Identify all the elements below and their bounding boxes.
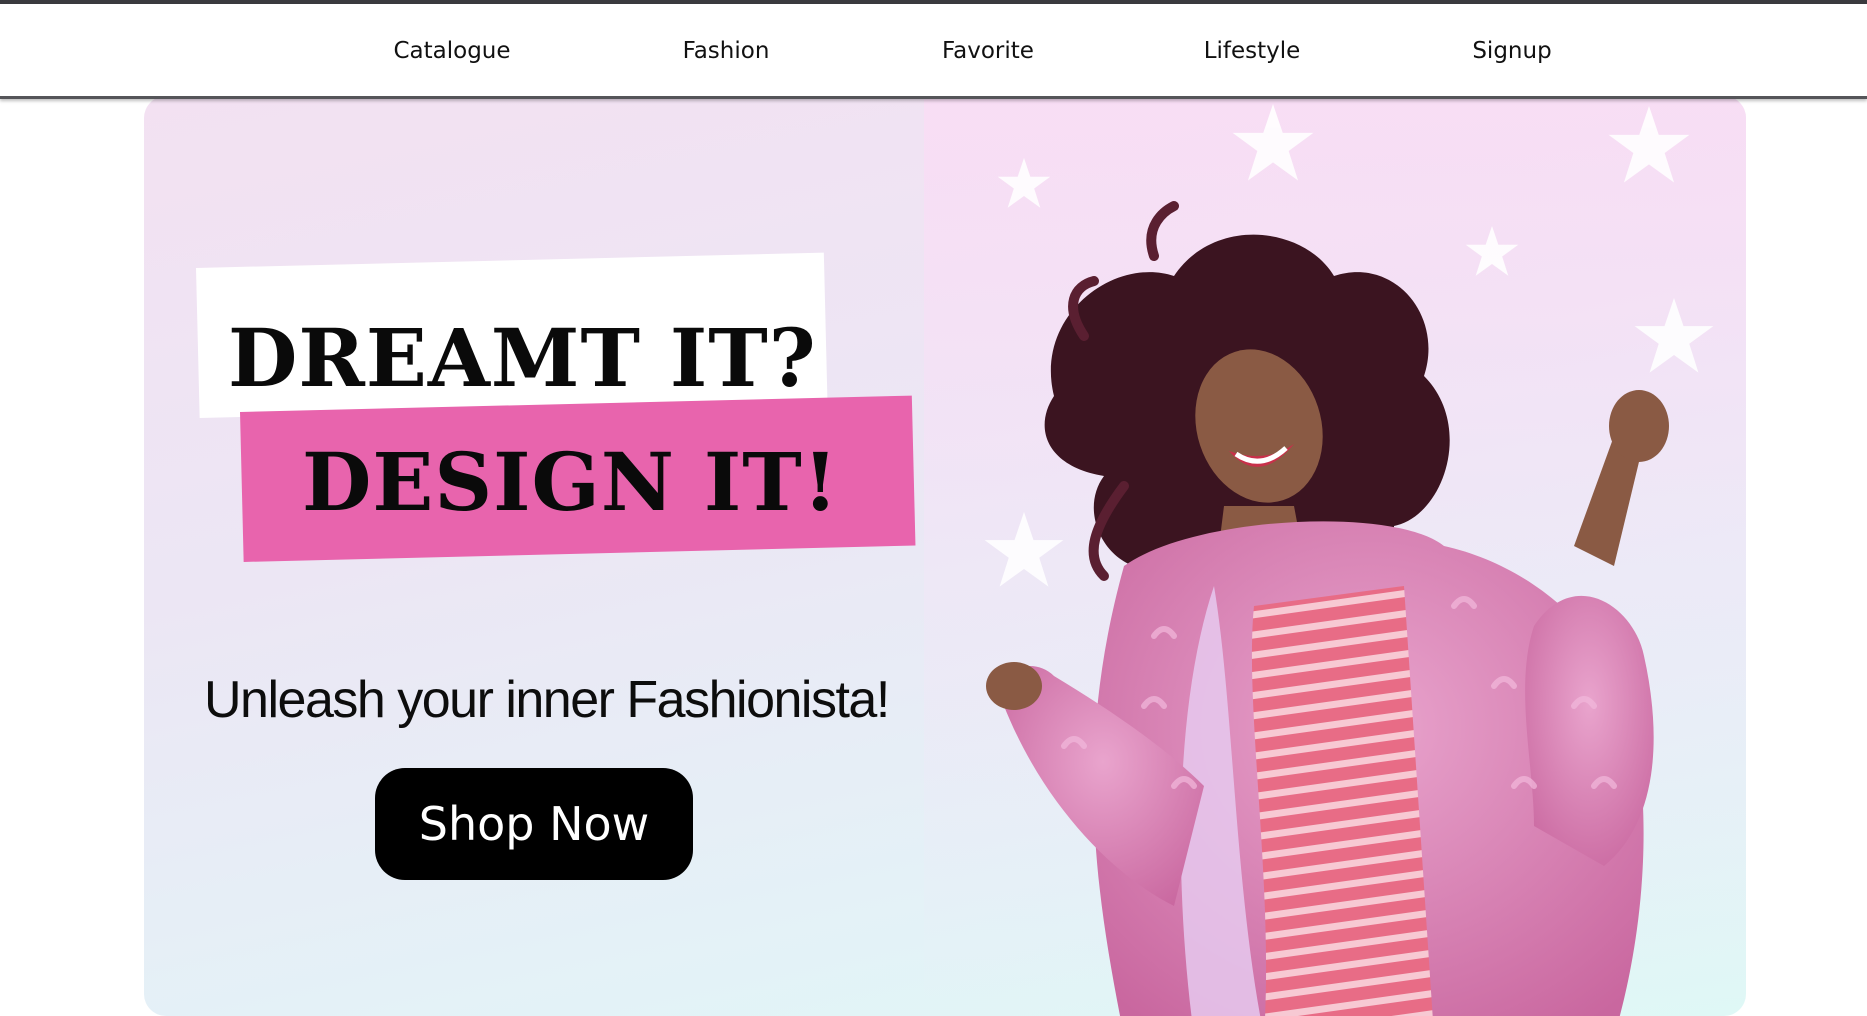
star-icon xyxy=(1232,104,1314,181)
top-navigation-bar: Catalogue Fashion Favorite Lifestyle Sig… xyxy=(0,4,1867,99)
nav-link-signup[interactable]: Signup xyxy=(1472,38,1551,64)
nav-link-lifestyle[interactable]: Lifestyle xyxy=(1204,38,1301,64)
headline-line-2: DESIGN IT! xyxy=(302,435,839,529)
hero-tagline: Unleash your inner Fashionista! xyxy=(204,671,890,729)
nav-link-catalogue[interactable]: Catalogue xyxy=(393,38,510,64)
hero-banner: DREAMT IT? DESIGN IT! Unleash your inner… xyxy=(144,96,1746,1016)
hero-model-image xyxy=(986,201,1669,1016)
shop-now-button[interactable]: Shop Now xyxy=(375,768,693,880)
nav-link-favorite[interactable]: Favorite xyxy=(942,38,1034,64)
star-icon xyxy=(1608,106,1690,183)
nav-link-fashion[interactable]: Fashion xyxy=(683,38,770,64)
headline-line-1: DREAMT IT? xyxy=(228,311,817,405)
